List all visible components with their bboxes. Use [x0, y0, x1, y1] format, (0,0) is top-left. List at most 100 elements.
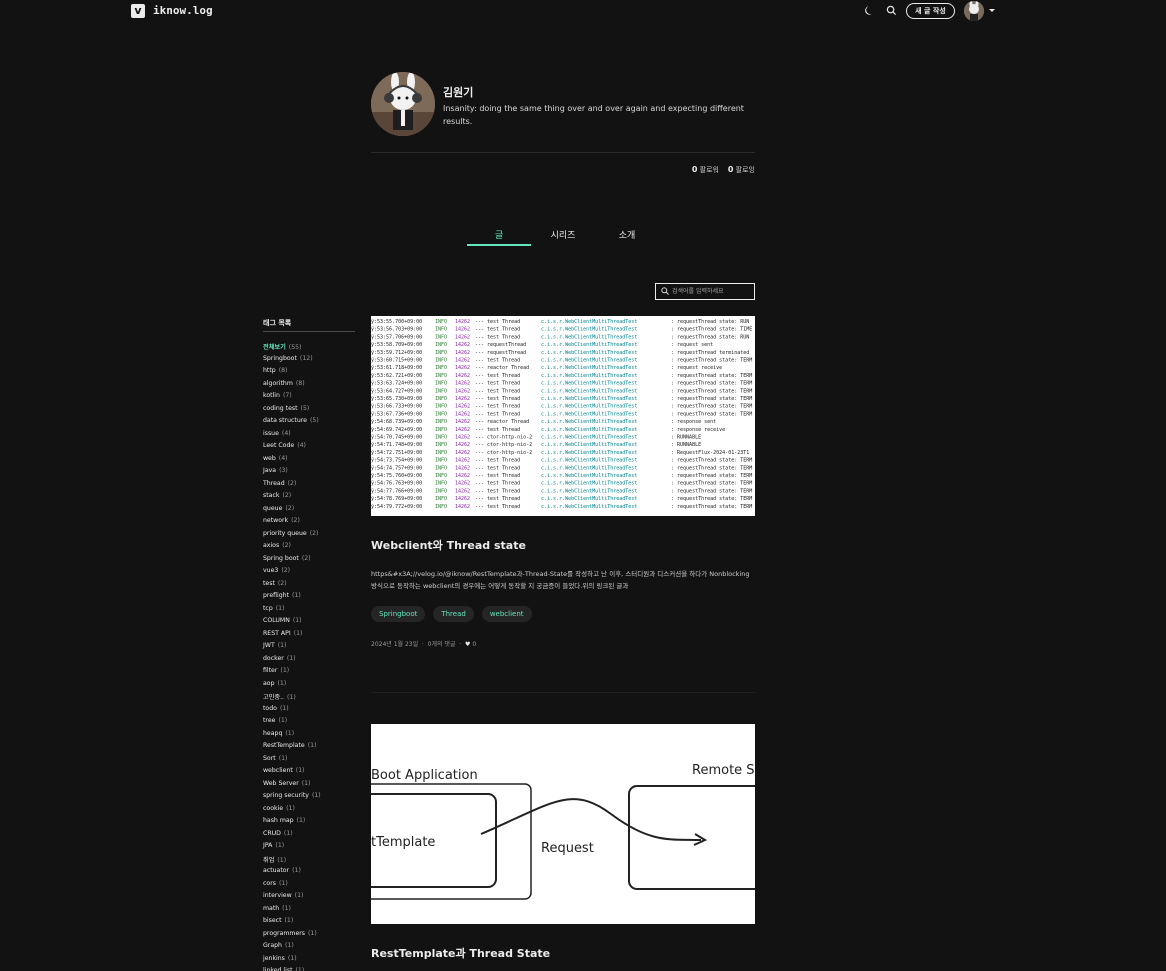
tag-item[interactable]: axios (2)	[263, 542, 321, 555]
tag-item[interactable]: data structure (5)	[263, 417, 321, 430]
tag-item[interactable]: RestTemplate (1)	[263, 742, 321, 755]
log-message: : requestThread state: RUN	[671, 334, 749, 340]
tag-item[interactable]: COLUMN (1)	[263, 617, 321, 630]
log-level: INFO	[435, 388, 447, 394]
post-thumbnail[interactable]: Boot Application tTemplate Request Remot…	[371, 724, 755, 924]
post-thumbnail[interactable]: ÿ:53:55.700+09:00 INFO 14262 --- test Thread…	[371, 316, 755, 516]
tag-item[interactable]: cors (1)	[263, 880, 321, 893]
tag-item[interactable]: cookie (1)	[263, 805, 321, 818]
tag-item[interactable]: linked list (1)	[263, 967, 321, 971]
log-thread: ctor-http-nio-2	[487, 450, 532, 456]
log-sep: ---	[475, 381, 484, 387]
tag-item-count: (1)	[284, 942, 294, 949]
tag-item-count: (1)	[286, 654, 296, 662]
user-avatar[interactable]	[964, 1, 984, 21]
tag-item[interactable]: Sort (1)	[263, 755, 321, 768]
tag-item[interactable]: jenkins (1)	[263, 955, 321, 968]
log-thread: reactor Thread	[487, 419, 529, 425]
tag-item[interactable]: http (8)	[263, 367, 321, 380]
tag-item-label: hash map	[263, 817, 294, 824]
tag-item[interactable]: bisect (1)	[263, 917, 321, 930]
tag-item[interactable]: Web Server (1)	[263, 780, 321, 793]
log-sep: ---	[475, 473, 484, 479]
tag-item[interactable]: vue3 (2)	[263, 567, 321, 580]
tag-item[interactable]: docker (1)	[263, 655, 321, 668]
tag-item[interactable]: JWT (1)	[263, 642, 321, 655]
tag-item-count: (1)	[275, 604, 285, 612]
velog-logo[interactable]: v	[131, 4, 145, 18]
tag-item[interactable]: Spring boot (2)	[263, 555, 321, 568]
tag-item[interactable]: Thread (2)	[263, 480, 321, 493]
post-title[interactable]: RestTemplate과 Thread State	[371, 945, 550, 961]
log-pid: 14262	[455, 358, 470, 364]
moon-icon[interactable]	[864, 5, 875, 16]
tag-item[interactable]: stack (2)	[263, 492, 321, 505]
tag-item[interactable]: filter (1)	[263, 667, 321, 680]
tag-item-count: (1)	[295, 767, 305, 774]
tag-item[interactable]: Graph (1)	[263, 942, 321, 955]
log-pid: 14262	[455, 350, 470, 356]
tag-item[interactable]: programmers (1)	[263, 930, 321, 943]
tag-item[interactable]: aop (1)	[263, 680, 321, 693]
post-search-input[interactable]	[672, 285, 752, 298]
tag-item[interactable]: coding test (5)	[263, 405, 321, 418]
tag-item-label: jenkins	[263, 954, 285, 962]
tag-item[interactable]: Springboot (12)	[263, 355, 321, 368]
tag-item[interactable]: algorithm (8)	[263, 380, 321, 393]
tab-posts[interactable]: 글	[467, 228, 531, 241]
tag-item[interactable]: math (1)	[263, 905, 321, 918]
tag-item[interactable]: todo (1)	[263, 705, 321, 718]
post-tag[interactable]: webclient	[481, 606, 532, 622]
tab-about[interactable]: 소개	[595, 228, 659, 241]
log-sep: ---	[475, 427, 484, 433]
log-pid: 14262	[455, 473, 470, 479]
post-tag[interactable]: Springboot	[371, 606, 426, 622]
tab-series[interactable]: 시리즈	[531, 228, 595, 241]
tag-item[interactable]: queue (2)	[263, 505, 321, 518]
post-title[interactable]: Webclient와 Thread state	[371, 537, 526, 553]
tag-item[interactable]: tree (1)	[263, 717, 321, 730]
tag-item[interactable]: Java (3)	[263, 467, 321, 480]
post-tag[interactable]: Thread	[433, 606, 474, 622]
following-link[interactable]: 0 팔로잉	[728, 165, 755, 174]
tag-item[interactable]: tcp (1)	[263, 605, 321, 618]
tag-item[interactable]: JPA (1)	[263, 842, 321, 855]
followers-link[interactable]: 0 팔로워	[692, 165, 719, 174]
log-pid: 14262	[455, 373, 470, 379]
tag-item[interactable]: preflight (1)	[263, 592, 321, 605]
tag-item[interactable]: heapq (1)	[263, 730, 321, 743]
tag-item[interactable]: webclient (1)	[263, 767, 321, 780]
tag-item[interactable]: Leet Code (4)	[263, 442, 321, 455]
tag-item[interactable]: test (2)	[263, 580, 321, 593]
log-pid: 14262	[455, 419, 470, 425]
log-level: INFO	[435, 381, 447, 387]
log-level: INFO	[435, 404, 447, 410]
search-icon[interactable]	[886, 5, 897, 16]
tag-item[interactable]: 전체보기 (55)	[263, 342, 321, 355]
tag-item[interactable]: spring security (1)	[263, 792, 321, 805]
tag-item[interactable]: CRUD (1)	[263, 830, 321, 843]
tag-item[interactable]: 고민중.. (1)	[263, 692, 321, 705]
tag-item[interactable]: web (4)	[263, 455, 321, 468]
tag-item[interactable]: issue (4)	[263, 430, 321, 443]
tag-item[interactable]: REST API (1)	[263, 630, 321, 643]
tag-item[interactable]: network (2)	[263, 517, 321, 530]
tag-item[interactable]: hash map (1)	[263, 817, 321, 830]
tag-item[interactable]: priority queue (2)	[263, 530, 321, 543]
tag-item[interactable]: actuator (1)	[263, 867, 321, 880]
caret-down-icon[interactable]	[989, 9, 995, 12]
log-pid: 14262	[455, 334, 470, 340]
log-pid: 14262	[455, 450, 470, 456]
log-sep: ---	[475, 365, 484, 371]
post-description[interactable]: https&#x3A;//velog.io/@iknow/RestTemplat…	[371, 568, 755, 592]
tag-item-label: CRUD	[263, 829, 281, 837]
tag-item[interactable]: kotlin (7)	[263, 392, 321, 405]
log-message: : requestThread state: TERM	[671, 496, 752, 502]
tag-item[interactable]: interview (1)	[263, 892, 321, 905]
diagram-right-box	[628, 785, 755, 890]
tag-item[interactable]: 취업 (1)	[263, 855, 321, 868]
new-post-button[interactable]: 새 글 작성	[906, 3, 955, 19]
blog-name[interactable]: iknow.log	[153, 4, 213, 17]
log-level: INFO	[435, 488, 447, 494]
tag-item-label: spring security	[263, 792, 309, 799]
